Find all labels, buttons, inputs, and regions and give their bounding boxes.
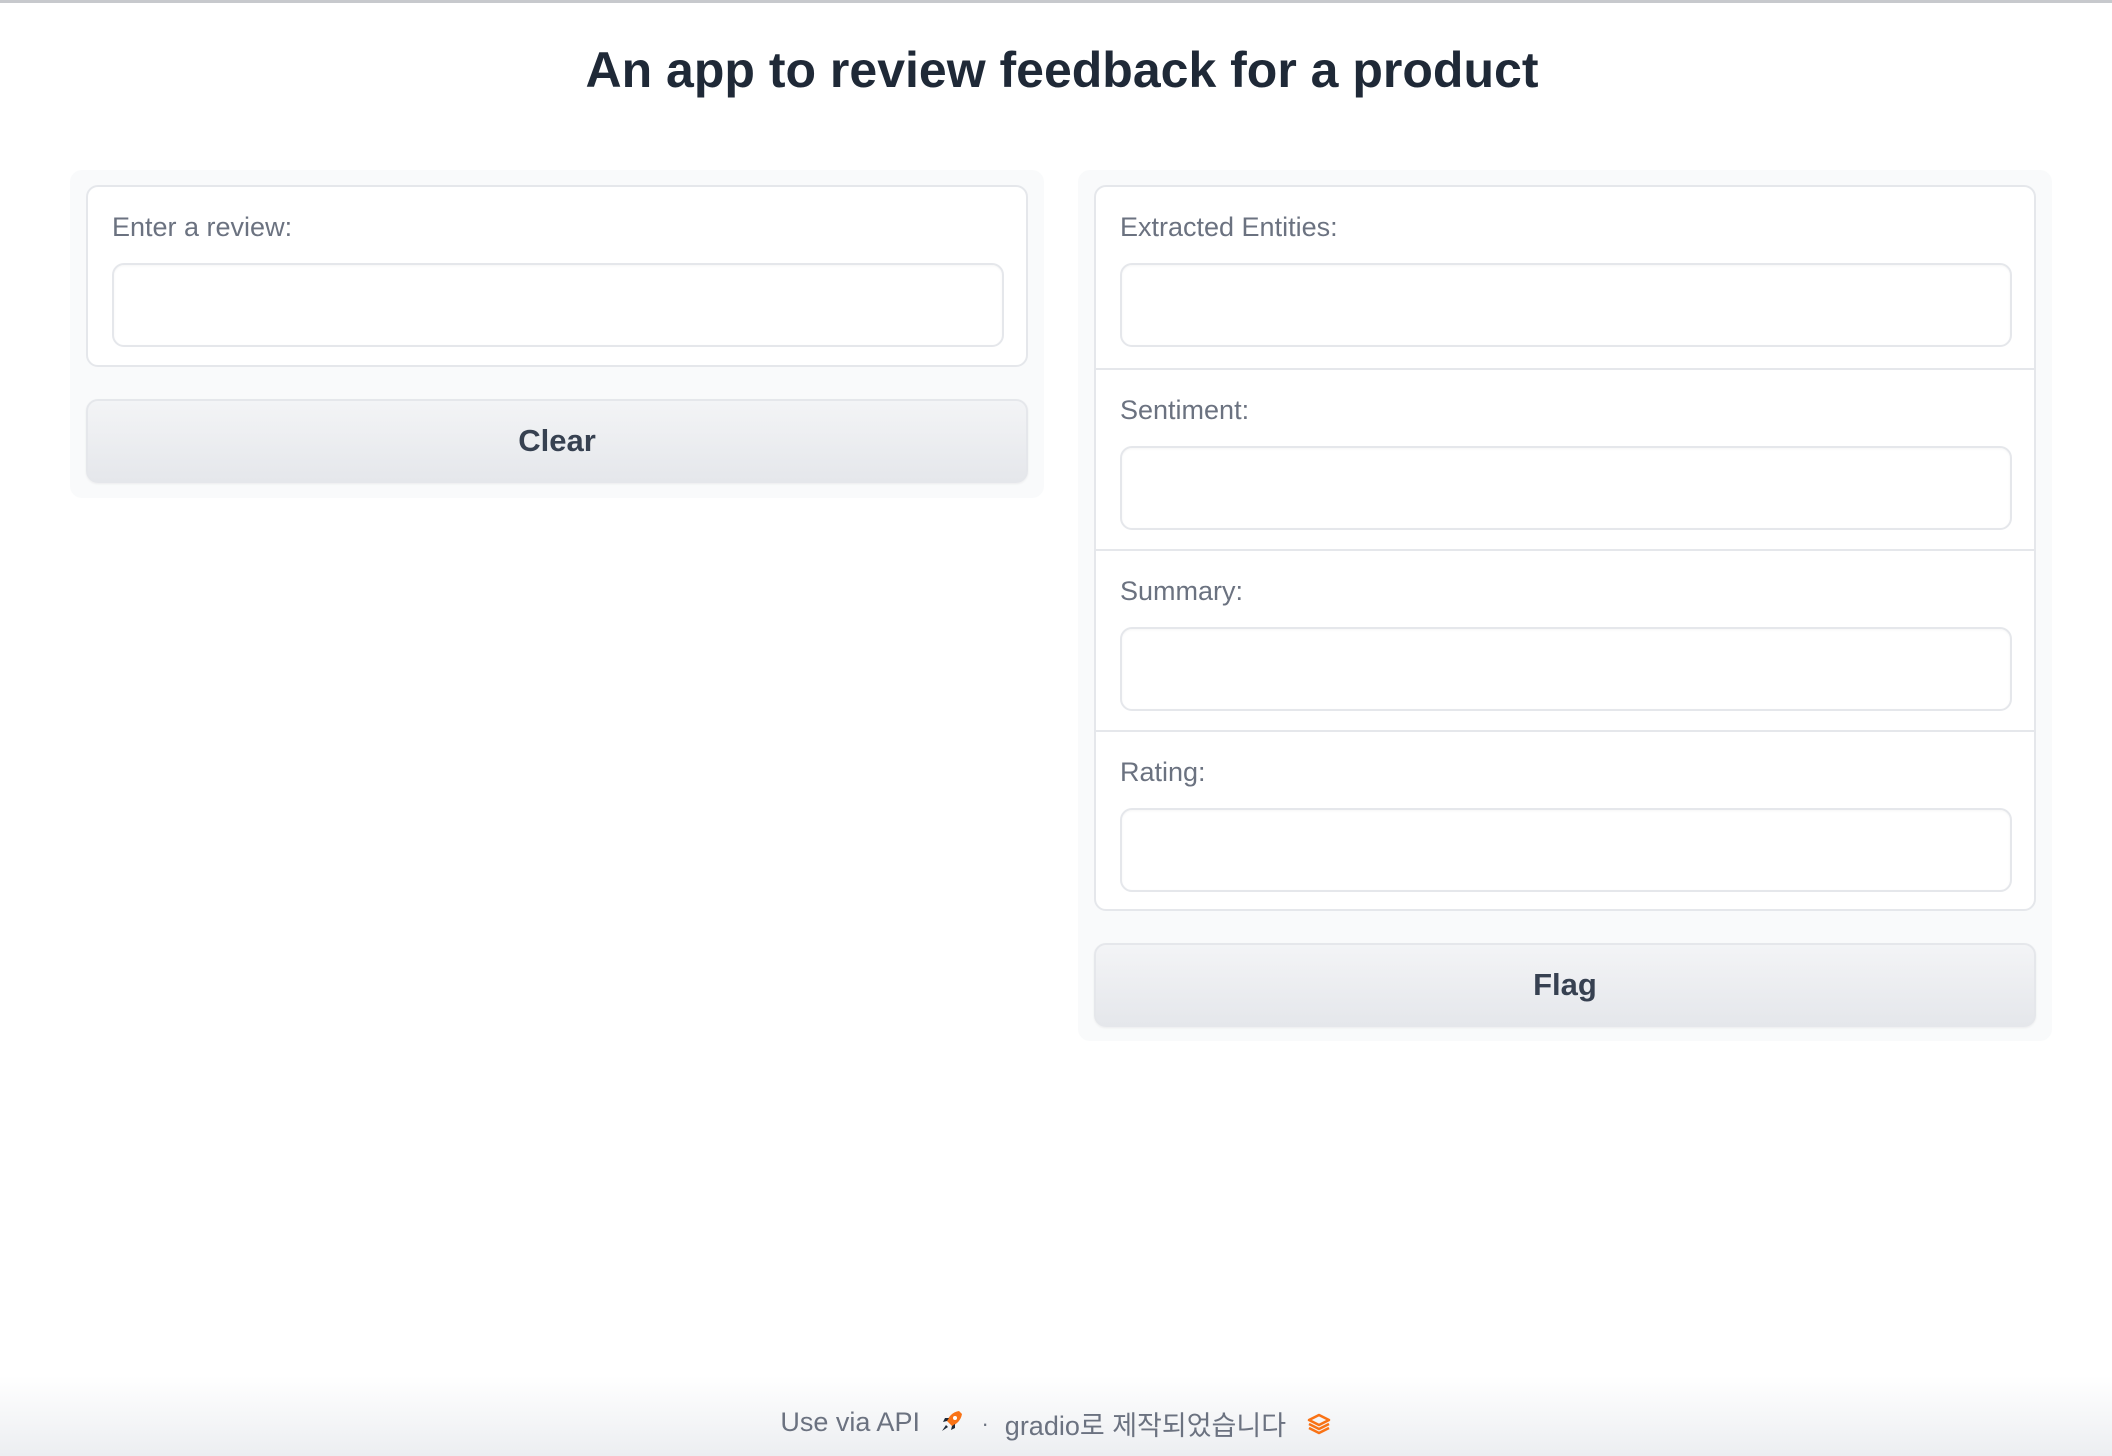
footer-separator: ·: [981, 1411, 989, 1436]
gradio-credit-link[interactable]: gradio로 제작되었습니다: [1005, 1404, 1332, 1444]
rating-output[interactable]: [1120, 808, 2012, 892]
rocket-icon: [939, 1408, 965, 1441]
output-fields-block: Extracted Entities: Sentiment: Summary: …: [1094, 185, 2036, 911]
summary-output[interactable]: [1120, 627, 2012, 711]
top-divider: [0, 0, 2112, 3]
review-field: Enter a review:: [88, 187, 1026, 368]
rating-label: Rating:: [1120, 757, 1206, 787]
review-label: Enter a review:: [112, 212, 293, 242]
summary-label: Summary:: [1120, 576, 1244, 606]
gradio-logo-icon: [1306, 1411, 1332, 1444]
flag-button[interactable]: Flag: [1094, 943, 2036, 1027]
built-with-label: gradio로 제작되었습니다: [1004, 1410, 1287, 1441]
summary-field: Summary:: [1096, 549, 2034, 730]
rating-field: Rating:: [1096, 730, 2034, 911]
use-via-api-link[interactable]: Use via API: [780, 1407, 965, 1440]
sentiment-output[interactable]: [1120, 446, 2012, 530]
extracted-entities-field: Extracted Entities:: [1096, 187, 2034, 368]
output-panel: Extracted Entities: Sentiment: Summary: …: [1078, 170, 2052, 1041]
review-input-block: Enter a review:: [86, 185, 1028, 367]
sentiment-label: Sentiment:: [1120, 395, 1250, 425]
use-via-api-label: Use via API: [780, 1407, 920, 1438]
clear-button[interactable]: Clear: [86, 399, 1028, 483]
extracted-entities-output[interactable]: [1120, 263, 2012, 347]
sentiment-field: Sentiment:: [1096, 368, 2034, 549]
extracted-entities-label: Extracted Entities:: [1120, 212, 1338, 242]
page-title: An app to review feedback for a product: [585, 42, 1539, 98]
footer: Use via API · gradio로 제작되었습니다: [0, 1404, 2112, 1444]
review-input[interactable]: [112, 263, 1004, 347]
input-panel: Enter a review: Clear: [70, 170, 1044, 498]
